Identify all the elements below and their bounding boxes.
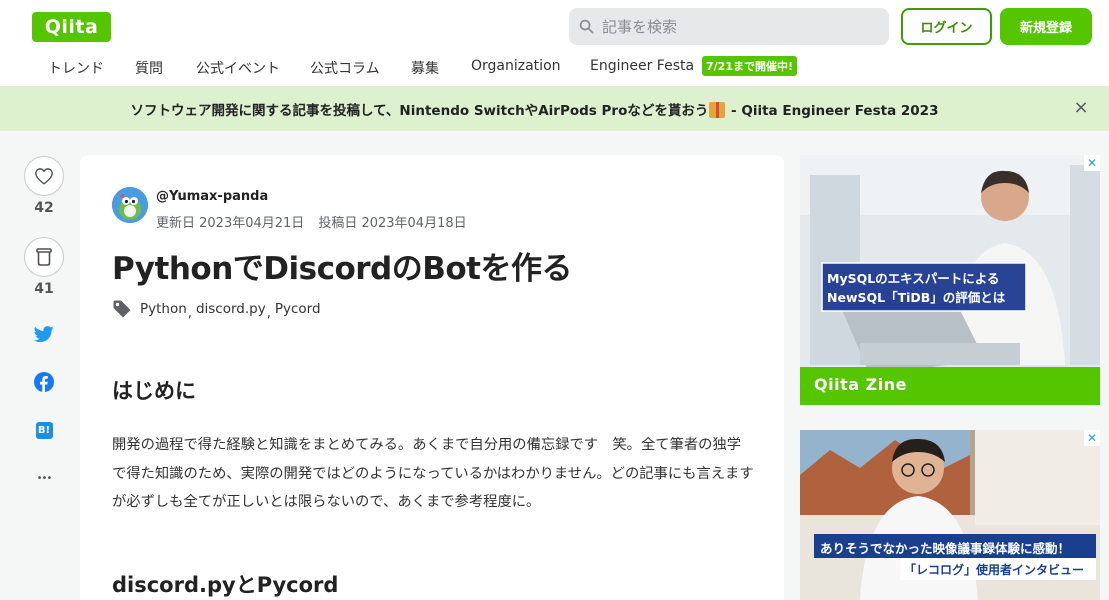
- ad-tidb-headline-1: MySQLのエキスパートによる: [827, 271, 1000, 286]
- stock-count: 41: [34, 281, 54, 297]
- tag-icon: [113, 300, 131, 318]
- stock-icon: [36, 248, 52, 266]
- festa-badge: 7/21まで開催中!: [702, 56, 797, 76]
- gift-icon: [709, 101, 726, 118]
- search-box[interactable]: [569, 8, 889, 45]
- nav-engineer-festa[interactable]: Engineer Festa: [590, 58, 694, 74]
- like-count: 42: [34, 200, 54, 216]
- nav-official-events[interactable]: 公式イベント: [196, 58, 280, 78]
- login-button[interactable]: ログイン: [901, 8, 992, 45]
- posted-date: 投稿日 2023年04月18日: [318, 216, 467, 231]
- banner-text-event: - Qiita Engineer Festa 2023: [726, 102, 939, 119]
- intro-paragraph: 開発の過程で得た経験と知識をまとめてみる。あくまで自分用の備忘録です 笑。全て筆…: [112, 437, 754, 510]
- twitter-share-button[interactable]: [33, 323, 55, 345]
- author-avatar[interactable]: [112, 187, 148, 223]
- nav-organization[interactable]: Organization: [471, 58, 561, 74]
- main-nav: トレンド 質問 公式イベント 公式コラム 募集 Organization Eng…: [0, 54, 1109, 80]
- sidebar-ad-tidb[interactable]: MySQLのエキスパートによる NewSQL「TiDB」の評価とは Qiita …: [800, 155, 1100, 405]
- banner-text-main: ソフトウェア開発に関する記事を投稿して、Nintendo SwitchやAirP…: [130, 102, 709, 119]
- tag-discord-py[interactable]: discord.py: [196, 301, 266, 317]
- facebook-icon: [34, 372, 54, 392]
- article-dates: 更新日 2023年04月21日 投稿日 2023年04月18日: [156, 212, 481, 231]
- ad-tidb-footer: Qiita Zine: [814, 375, 907, 394]
- like-button[interactable]: [24, 156, 64, 196]
- hatena-share-button[interactable]: B!: [33, 419, 55, 441]
- tag-list: Python, discord.py, Pycord: [112, 298, 321, 321]
- hatena-bookmark-icon: B!: [35, 421, 53, 439]
- stock-button[interactable]: [24, 237, 64, 277]
- ad-recolog-headline-1: ありそうでなかった映像議事録体験に感動！: [820, 541, 1071, 556]
- updated-date: 更新日 2023年04月21日: [156, 216, 305, 231]
- site-header: Qiita ログイン 新規登録 トレンド 質問 公式イベント 公式コラム 募集 …: [0, 0, 1109, 86]
- tag-separator: ,: [266, 305, 271, 321]
- more-actions-button[interactable]: •••: [33, 467, 55, 489]
- signup-button[interactable]: 新規登録: [1000, 8, 1092, 45]
- ad-tidb-headline-2: NewSQL「TiDB」の評価とは: [827, 290, 1006, 305]
- ad-close-icon[interactable]: ✕: [1084, 155, 1100, 171]
- facebook-share-button[interactable]: [33, 371, 55, 393]
- ad-close-icon[interactable]: ✕: [1084, 430, 1100, 446]
- avatar-image: [112, 187, 148, 223]
- author-name[interactable]: @Yumax-panda: [156, 189, 268, 204]
- article-title: PythonでDiscordのBotを作る: [112, 251, 572, 287]
- festa-banner[interactable]: ソフトウェア開発に関する記事を投稿して、Nintendo SwitchやAirP…: [0, 86, 1109, 131]
- qiita-logo[interactable]: Qiita: [32, 12, 111, 42]
- search-input[interactable]: [602, 17, 882, 36]
- search-icon: [579, 19, 594, 34]
- tag-pycord[interactable]: Pycord: [275, 301, 321, 317]
- article-card: @Yumax-panda 更新日 2023年04月21日 投稿日 2023年04月…: [80, 155, 784, 600]
- heading-intro: はじめに: [112, 379, 196, 403]
- tag-python[interactable]: Python: [140, 301, 187, 317]
- more-icon: •••: [36, 472, 53, 484]
- nav-trend[interactable]: トレンド: [48, 58, 104, 78]
- banner-text[interactable]: ソフトウェア開発に関する記事を投稿して、Nintendo SwitchやAirP…: [130, 99, 939, 119]
- heading-libraries: discord.pyとPycord: [112, 573, 339, 597]
- tag-separator: ,: [187, 305, 192, 321]
- ad-recolog-headline-2: 「レコログ」使用者インタビュー: [904, 563, 1085, 577]
- nav-official-columns[interactable]: 公式コラム: [310, 58, 380, 78]
- banner-close-button[interactable]: ×: [1072, 98, 1090, 118]
- sidebar-ad-recolog[interactable]: ありそうでなかった映像議事録体験に感動！ 「レコログ」使用者インタビュー ✕: [800, 430, 1100, 600]
- nav-questions[interactable]: 質問: [135, 58, 163, 78]
- heart-icon: [35, 168, 53, 185]
- twitter-icon: [34, 325, 54, 342]
- nav-recruiting[interactable]: 募集: [411, 58, 439, 78]
